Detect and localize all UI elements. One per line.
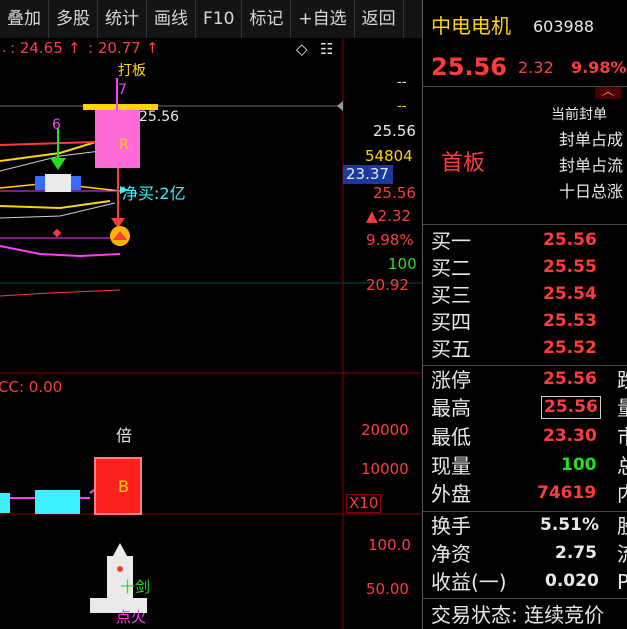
stat-value-outer: 74619 <box>537 483 597 503</box>
status-tag: 首板 <box>441 151 486 176</box>
stat-label-outer: 外盘 <box>431 482 471 506</box>
kline-chart-svg <box>0 38 422 629</box>
label-daban: 打板 <box>118 63 146 79</box>
stat-cut-total: 总 <box>617 456 627 476</box>
stat-label-current-volume: 现量 <box>431 454 471 478</box>
label-r: R <box>119 137 129 153</box>
grid-icon[interactable]: ☷ <box>320 42 333 57</box>
lower-axis-100: 100.0 <box>368 536 411 554</box>
fin-label-eps: 收益(一) <box>431 570 507 594</box>
stat-cut-inner: 内 <box>617 484 627 504</box>
stat-cut-market: 市 <box>617 427 627 447</box>
axis-change: ▲2.32 <box>366 207 411 225</box>
stat-value-limit-up: 25.56 <box>543 369 597 389</box>
volume-axis-20000: 20000 <box>361 421 409 439</box>
fin-value-eps: 0.020 <box>545 571 599 591</box>
expand-toggle[interactable]: ︿ <box>595 84 621 99</box>
volume-axis-x10: X10 <box>346 494 382 513</box>
toolbar-back-button[interactable]: 返回 <box>355 0 404 38</box>
stat-cut-volume: 量 <box>617 398 627 418</box>
seal-line-0: 当前封单 <box>551 107 607 123</box>
quote-panel: 中电电机 603988 25.56 2.32 9.98% ︿ 首板 当前封单 封… <box>422 0 627 629</box>
ma-line-white <box>0 202 116 219</box>
stat-value-low: 23.30 <box>543 426 597 446</box>
axis-percent: 9.98% <box>366 231 414 249</box>
label-dianhuo: 点火 <box>116 608 147 626</box>
stat-label-low: 最低 <box>431 425 471 449</box>
bid-price-4: 25.53 <box>543 311 597 331</box>
fin-cut-shares: 股 <box>617 516 627 536</box>
stat-value-current-volume: 100 <box>561 455 597 475</box>
volume-bar-cyan <box>35 490 80 514</box>
bid-label-5: 买五 <box>431 337 471 361</box>
stock-code: 603988 <box>533 17 595 36</box>
toolbar-mark-button[interactable]: 标记 <box>242 0 292 38</box>
kline-chart-area[interactable]: . : 24.65 ↑ : 20.77 ↑ ◇ ☷ 打板 7 6 25.56 R… <box>0 38 422 629</box>
seal-line-1: 封单占成 <box>559 130 624 149</box>
fin-cut-pe: P <box>617 570 627 594</box>
current-price: 25.56 <box>431 53 507 81</box>
bid-price-1: 25.56 <box>543 230 597 250</box>
axis-current-volume: 100 <box>388 255 417 273</box>
ma-line-red <box>0 289 121 297</box>
price-change-percent: 9.98% <box>571 58 627 77</box>
fin-value-net-assets: 2.75 <box>555 543 597 563</box>
toolbar-overlay-button[interactable]: 叠加 <box>0 0 49 38</box>
info-value-b: : 20.77 <box>88 39 141 57</box>
label-num-6: 6 <box>52 117 61 133</box>
toolbar: 叠加 多股 统计 画线 F10 标记 +自选 返回 <box>0 0 422 38</box>
info-value-a: : 24.65 <box>10 39 63 57</box>
chevron-up-icon: ︿ <box>602 84 615 98</box>
bid-label-3: 买三 <box>431 283 471 307</box>
toolbar-draw-line-button[interactable]: 画线 <box>147 0 196 38</box>
label-price-mark: 25.56 <box>139 109 180 125</box>
toolbar-stats-button[interactable]: 统计 <box>98 0 147 38</box>
toolbar-add-watchlist-button[interactable]: +自选 <box>291 0 355 38</box>
bid-label-4: 买四 <box>431 310 471 334</box>
bid-label-1: 买一 <box>431 229 471 253</box>
stock-name: 中电电机 <box>431 14 511 38</box>
info-arrow-a: ↑ <box>68 39 81 57</box>
lower-axis-50: 50.00 <box>366 580 409 598</box>
seal-line-2: 封单占流 <box>559 156 624 175</box>
stat-cut-limit-down: 跌 <box>617 370 627 390</box>
indicator-label: CC: 0.00 <box>0 378 63 396</box>
resistance-line <box>0 141 96 146</box>
axis-volume: 54804 <box>365 147 413 165</box>
label-num-7: 7 <box>118 82 127 98</box>
stat-label-limit-up: 涨停 <box>431 368 471 392</box>
label-net-buy: 净买:2亿 <box>122 184 186 203</box>
label-shijian: 十剑 <box>120 578 151 596</box>
volume-axis-10000: 10000 <box>361 460 409 478</box>
label-b: B <box>118 477 129 496</box>
stat-label-high: 最高 <box>431 396 471 420</box>
diamond-icon[interactable]: ◇ <box>296 42 308 57</box>
price-change: 2.32 <box>518 58 554 77</box>
axis-dash-2: -- <box>397 99 407 114</box>
label-bei: 倍 <box>116 426 133 445</box>
axis-price-highlight: 23.37 <box>343 165 393 184</box>
bid-price-3: 25.54 <box>543 284 597 304</box>
axis-price-1: 25.56 <box>373 122 416 140</box>
fin-label-turnover: 换手 <box>431 514 471 538</box>
fin-value-turnover: 5.51% <box>540 515 599 535</box>
ma-line-yellow-3 <box>0 200 111 210</box>
candle-limit-up <box>95 110 140 168</box>
fin-label-net-assets: 净资 <box>431 542 471 566</box>
bid-label-2: 买二 <box>431 256 471 280</box>
info-arrow-b: ↑ <box>146 39 159 57</box>
axis-low: 20.92 <box>366 276 409 294</box>
toolbar-f10-button[interactable]: F10 <box>196 0 243 38</box>
seal-line-3: 十日总涨 <box>559 182 624 201</box>
axis-dash-1: -- <box>397 75 407 90</box>
price-level-pointer <box>337 101 343 111</box>
axis-price-2: 25.56 <box>373 184 416 202</box>
fin-cut-float: 流 <box>617 544 627 564</box>
toolbar-multi-stock-button[interactable]: 多股 <box>49 0 98 38</box>
bid-price-2: 25.55 <box>543 257 597 277</box>
bid-price-5: 25.52 <box>543 338 597 358</box>
ma-line-magenta-2 <box>0 245 121 258</box>
trade-status: 交易状态: 连续竞价 <box>431 603 605 627</box>
stat-value-high: 25.56 <box>541 396 601 419</box>
